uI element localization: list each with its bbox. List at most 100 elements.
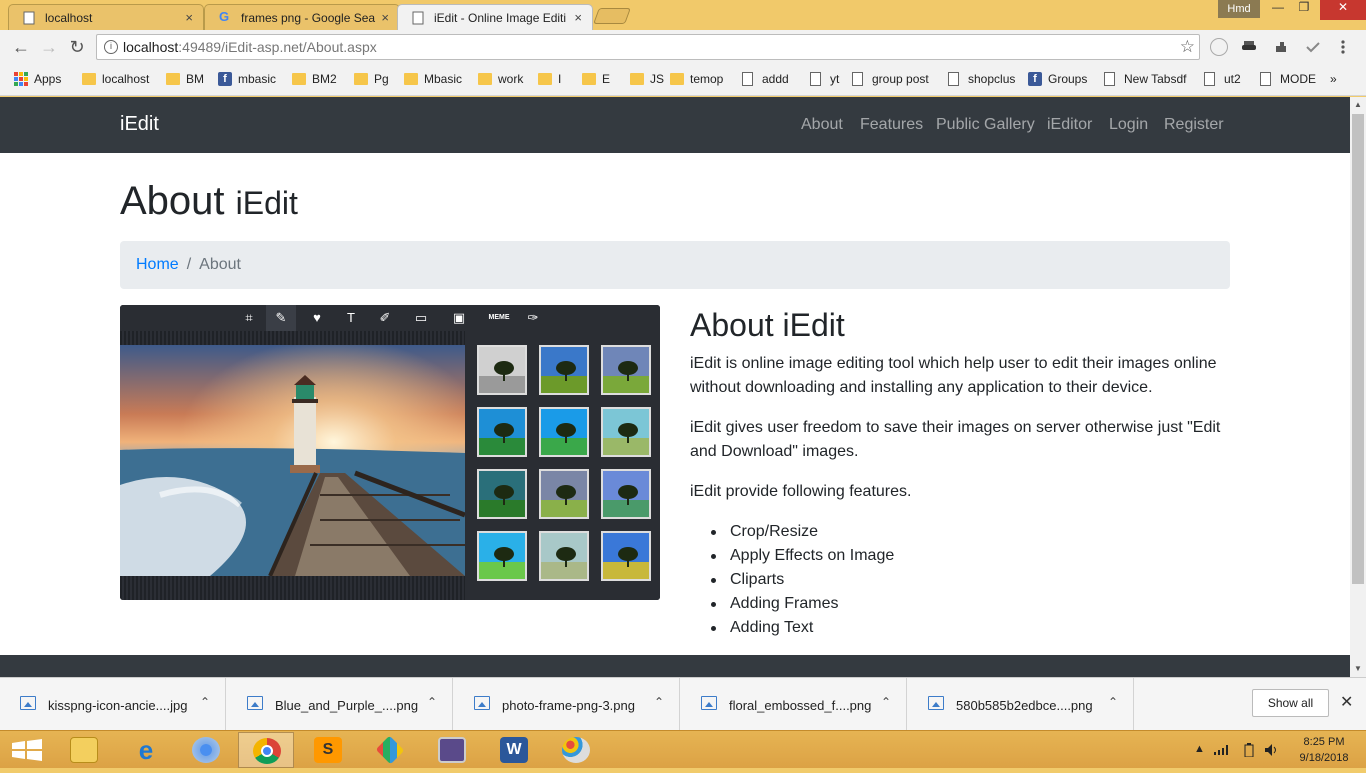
effect-thumbnail[interactable] (601, 407, 651, 457)
bookmark-item[interactable]: f mbasic (218, 72, 276, 86)
effect-thumbnail[interactable] (477, 531, 527, 581)
menu-icon[interactable] (1334, 38, 1352, 56)
meme-tool-icon[interactable]: MEME (488, 310, 510, 326)
extension-icon[interactable] (1210, 38, 1228, 56)
chromium-icon[interactable] (178, 732, 234, 768)
bookmark-item[interactable]: temop (670, 72, 723, 86)
file-explorer-icon[interactable] (56, 732, 112, 768)
download-item[interactable]: Blue_and_Purple_....png ⌃ (227, 678, 453, 731)
image-tool-icon[interactable]: ▣ (450, 310, 468, 326)
site-brand[interactable]: iEdit (120, 113, 159, 136)
app-grid-icon[interactable] (362, 732, 418, 768)
chrome-icon[interactable] (238, 732, 294, 768)
internet-explorer-icon[interactable]: e (118, 732, 174, 768)
nav-features[interactable]: Features (860, 116, 923, 134)
puzzle-extension-icon[interactable] (1272, 38, 1290, 56)
volume-icon[interactable] (1264, 743, 1280, 760)
bookmark-item[interactable]: New Tabsdf (1104, 72, 1186, 86)
address-bar[interactable]: i localhost:49489/iEdit-asp.net/About.as… (96, 34, 1200, 60)
close-tab-icon[interactable]: × (574, 10, 582, 25)
bookmark-item[interactable]: f Groups (1028, 72, 1087, 86)
frame-tool-icon[interactable]: ▭ (412, 310, 430, 326)
chevron-up-icon[interactable]: ⌃ (427, 695, 437, 709)
bookmark-item[interactable]: ut2 (1204, 72, 1241, 86)
effect-thumbnail[interactable] (539, 531, 589, 581)
download-item[interactable]: floral_embossed_f....png ⌃ (681, 678, 907, 731)
bookmark-item[interactable]: Mbasic (404, 72, 462, 86)
close-tab-icon[interactable]: × (185, 10, 193, 25)
bookmark-item[interactable]: JS (630, 72, 664, 86)
bookmark-item[interactable]: yt (810, 72, 839, 86)
chevron-up-icon[interactable]: ⌃ (654, 695, 664, 709)
bookmark-item[interactable]: work (478, 72, 523, 86)
forward-button[interactable]: → (38, 37, 60, 58)
scroll-down-arrow-icon[interactable]: ▼ (1350, 661, 1366, 677)
back-button[interactable]: ← (10, 37, 32, 58)
effect-thumbnail[interactable] (539, 345, 589, 395)
bookmark-item[interactable]: group post (852, 72, 929, 86)
show-hidden-icons[interactable]: ▲ (1194, 743, 1205, 755)
network-icon[interactable] (1214, 743, 1232, 758)
effects-wand-icon[interactable]: ✎ (266, 305, 296, 331)
effect-thumbnail[interactable] (601, 469, 651, 519)
effect-thumbnail[interactable] (601, 345, 651, 395)
sublime-text-icon[interactable]: S (300, 732, 356, 768)
brush-tool-icon[interactable]: ✑ (524, 310, 542, 326)
bookmark-item[interactable]: shopclus (948, 72, 1015, 86)
system-clock[interactable]: 8:25 PM 9/18/2018 (1288, 734, 1360, 766)
word-icon[interactable]: W (486, 732, 542, 768)
download-item[interactable]: 580b585b2edbce....png ⌃ (908, 678, 1134, 731)
bookmark-item[interactable]: localhost (82, 72, 149, 86)
check-extension-icon[interactable] (1304, 38, 1322, 56)
tab-iedit-about[interactable]: iEdit - Online Image Editi × (397, 4, 593, 30)
profile-chip[interactable]: Hmd (1218, 0, 1260, 18)
nav-public-gallery[interactable]: Public Gallery (936, 116, 1035, 134)
paint-icon[interactable] (548, 732, 604, 768)
bookmark-item[interactable]: addd (742, 72, 789, 86)
nav-ieditor[interactable]: iEditor (1047, 116, 1092, 134)
maximize-button[interactable]: ❐ (1286, 0, 1322, 20)
clipart-heart-icon[interactable]: ♥ (308, 310, 326, 326)
bookmarks-overflow-chevron-icon[interactable]: » (1314, 72, 1337, 86)
crop-tool-icon[interactable]: ⌗ (240, 310, 258, 326)
nav-about[interactable]: About (801, 116, 843, 134)
chevron-up-icon[interactable]: ⌃ (881, 695, 891, 709)
show-all-downloads-button[interactable]: Show all (1252, 689, 1329, 717)
bookmark-star-icon[interactable]: ☆ (1180, 37, 1195, 57)
info-icon[interactable]: i (104, 40, 118, 54)
effect-thumbnail[interactable] (477, 345, 527, 395)
scrollbar-thumb[interactable] (1352, 114, 1364, 584)
incognito-extension-icon[interactable] (1240, 38, 1258, 56)
chevron-up-icon[interactable]: ⌃ (1108, 695, 1118, 709)
effect-thumbnail[interactable] (601, 531, 651, 581)
media-viewer-icon[interactable] (424, 732, 480, 768)
reload-button[interactable]: ↻ (66, 37, 88, 58)
close-tab-icon[interactable]: × (381, 10, 389, 25)
download-item[interactable]: kisspng-icon-ancie....jpg ⌃ (0, 678, 226, 731)
effect-thumbnail[interactable] (539, 407, 589, 457)
nav-login[interactable]: Login (1109, 116, 1148, 134)
effect-thumbnail[interactable] (477, 407, 527, 457)
download-item[interactable]: photo-frame-png-3.png ⌃ (454, 678, 680, 731)
text-tool-icon[interactable]: T (342, 310, 360, 326)
close-window-button[interactable]: ✕ (1320, 0, 1366, 20)
start-button[interactable] (0, 732, 56, 768)
effect-thumbnail[interactable] (539, 469, 589, 519)
bookmark-item[interactable]: BM2 (292, 72, 337, 86)
nav-register[interactable]: Register (1164, 116, 1224, 134)
new-tab-button[interactable] (593, 8, 631, 24)
draw-tool-icon[interactable]: ✐ (376, 310, 394, 326)
bookmark-item[interactable]: I (538, 72, 561, 86)
bookmark-item[interactable]: BM (166, 72, 204, 86)
effect-thumbnail[interactable] (477, 469, 527, 519)
bookmark-item[interactable]: MODE (1260, 72, 1316, 86)
bookmark-item[interactable]: Apps (14, 72, 61, 86)
scroll-up-arrow-icon[interactable]: ▲ (1350, 97, 1366, 113)
bookmark-item[interactable]: E (582, 72, 610, 86)
bookmark-item[interactable]: Pg (354, 72, 389, 86)
tab-google-search[interactable]: G frames png - Google Sea × (204, 4, 400, 30)
battery-icon[interactable] (1244, 743, 1254, 760)
tab-localhost[interactable]: localhost × (8, 4, 204, 30)
breadcrumb-home-link[interactable]: Home (136, 256, 179, 273)
close-icon[interactable]: ✕ (1340, 692, 1353, 712)
